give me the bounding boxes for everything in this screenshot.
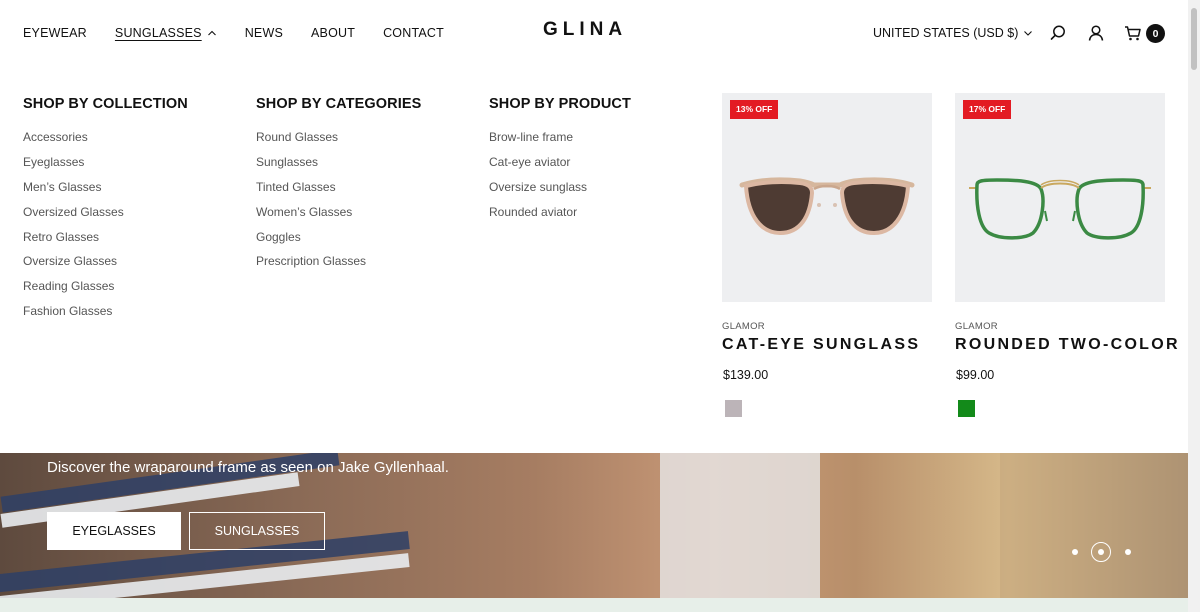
menu-link[interactable]: Retro Glasses: [23, 229, 188, 254]
search-icon: [1050, 25, 1065, 40]
chevron-down-icon: [1024, 31, 1033, 36]
search-button[interactable]: [1047, 22, 1069, 44]
product-brand: GLAMOR: [955, 321, 998, 332]
menu-link[interactable]: Cat-eye aviator: [489, 154, 631, 179]
cart-icon: [1125, 26, 1141, 41]
site-header: EYEWEAR SUNGLASSES NEWS ABOUT CONTACT GL…: [0, 0, 1188, 66]
menu-link[interactable]: Brow-line frame: [489, 129, 631, 154]
hero-tagline: Discover the wraparound frame as seen on…: [47, 459, 449, 476]
menu-link[interactable]: Prescription Glasses: [256, 253, 421, 278]
currency-label: UNITED STATES (USD $): [873, 26, 1019, 40]
discount-badge: 17% OFF: [963, 100, 1012, 119]
shop-sunglasses-button[interactable]: SUNGLASSES: [189, 512, 325, 550]
menu-column-collection: SHOP BY COLLECTION Accessories Eyeglasse…: [23, 96, 188, 328]
product-image[interactable]: 13% OFF: [722, 93, 932, 302]
hero-banner: Discover the wraparound frame as seen on…: [0, 453, 1188, 598]
eyeglasses-image: [969, 178, 1151, 240]
menu-link[interactable]: Oversize sunglass: [489, 179, 631, 204]
discount-badge: 13% OFF: [730, 100, 779, 119]
product-card[interactable]: 13% OFF GLAMOR CAT-EYE SUNGLASS $139.00: [722, 93, 932, 417]
menu-link[interactable]: Accessories: [23, 129, 188, 154]
menu-link[interactable]: Rounded aviator: [489, 204, 631, 229]
menu-link[interactable]: Fashion Glasses: [23, 303, 188, 328]
slide-dot-1[interactable]: [1072, 549, 1078, 555]
color-swatch[interactable]: [725, 400, 742, 417]
cart-button[interactable]: [1122, 22, 1144, 44]
scrollbar-thumb[interactable]: [1191, 8, 1197, 70]
product-brand: GLAMOR: [722, 321, 765, 332]
menu-link[interactable]: Reading Glasses: [23, 278, 188, 303]
menu-link[interactable]: Tinted Glasses: [256, 179, 421, 204]
account-button[interactable]: [1085, 22, 1107, 44]
product-price: $99.00: [956, 368, 995, 382]
cart-count-badge: 0: [1146, 24, 1165, 43]
page-scrollbar[interactable]: [1188, 0, 1200, 612]
mega-menu: SHOP BY COLLECTION Accessories Eyeglasse…: [0, 66, 1188, 453]
menu-link[interactable]: Men’s Glasses: [23, 179, 188, 204]
menu-link[interactable]: Oversized Glasses: [23, 204, 188, 229]
menu-link[interactable]: Goggles: [256, 229, 421, 254]
product-name[interactable]: CAT-EYE SUNGLASS: [722, 336, 932, 354]
menu-column-title: SHOP BY CATEGORIES: [256, 96, 422, 112]
product-card[interactable]: 17% OFF GLAMOR ROUNDED TWO-COLOR $99.00: [955, 93, 1178, 417]
menu-link[interactable]: Oversize Glasses: [23, 253, 188, 278]
menu-link[interactable]: Women’s Glasses: [256, 204, 421, 229]
menu-column-categories: SHOP BY CATEGORIES Round Glasses Sunglas…: [256, 96, 421, 278]
menu-column-product: SHOP BY PRODUCT Brow-line frame Cat-eye …: [489, 96, 631, 229]
hero-photo-shirt: [660, 453, 820, 598]
menu-link[interactable]: Eyeglasses: [23, 154, 188, 179]
menu-link[interactable]: Round Glasses: [256, 129, 421, 154]
user-icon: [1088, 25, 1104, 41]
product-price: $139.00: [723, 368, 769, 382]
shop-eyeglasses-button[interactable]: EYEGLASSES: [47, 512, 181, 550]
menu-column-title: SHOP BY PRODUCT: [489, 96, 631, 112]
hero-photo-hair: [1000, 453, 1188, 598]
product-name[interactable]: ROUNDED TWO-COLOR: [955, 336, 1178, 354]
menu-column-title: SHOP BY COLLECTION: [23, 96, 188, 112]
sunglasses-image: [739, 177, 915, 236]
currency-selector[interactable]: UNITED STATES (USD $): [873, 26, 1033, 40]
menu-link[interactable]: Sunglasses: [256, 154, 421, 179]
product-image[interactable]: 17% OFF: [955, 93, 1165, 302]
section-divider: [0, 598, 1188, 612]
color-swatch[interactable]: [958, 400, 975, 417]
slide-dot-2[interactable]: [1098, 549, 1104, 555]
slide-dot-3[interactable]: [1125, 549, 1131, 555]
